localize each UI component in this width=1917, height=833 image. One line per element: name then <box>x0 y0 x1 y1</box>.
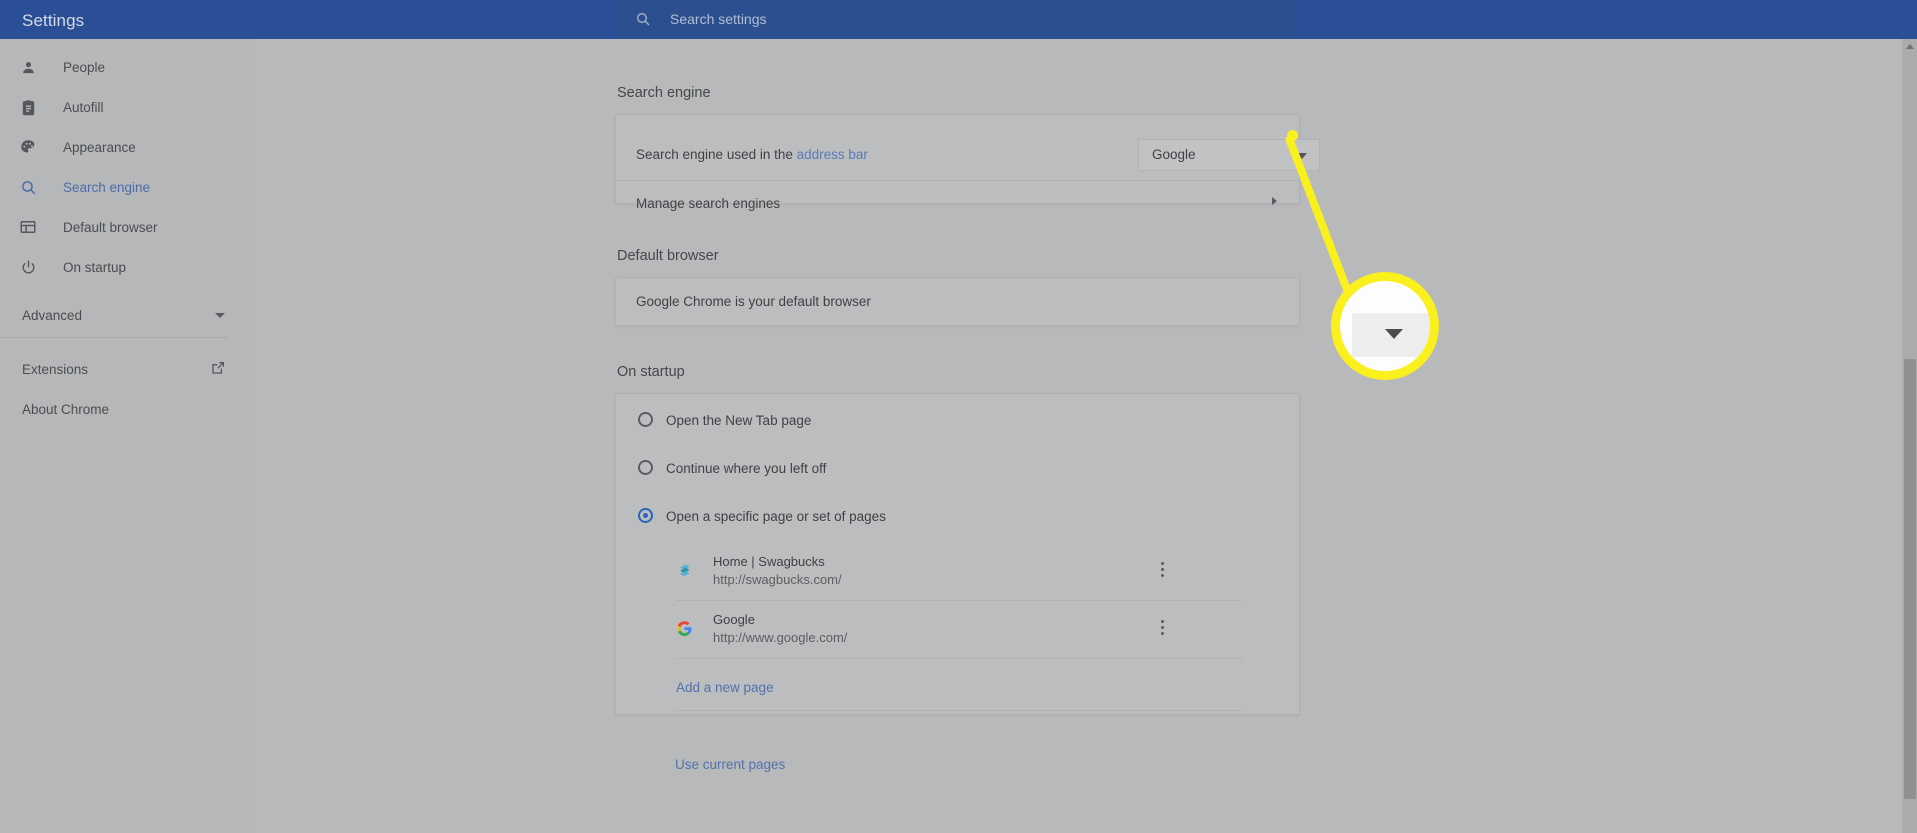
sidebar-item-about-chrome[interactable]: About Chrome <box>0 389 255 429</box>
card-divider <box>616 180 1299 181</box>
main-content: Search engine Search engine used in the … <box>255 39 1917 833</box>
startup-option-specific-pages[interactable]: Open a specific page or set of pages <box>616 490 1299 538</box>
power-icon <box>18 257 38 277</box>
palette-icon <box>18 137 38 157</box>
startup-page-url: http://swagbucks.com/ <box>713 572 842 587</box>
sidebar-item-label: Default browser <box>63 219 158 235</box>
search-engine-select-value: Google <box>1152 147 1196 162</box>
sidebar-item-people[interactable]: People <box>0 47 255 87</box>
sidebar-extensions-label: Extensions <box>22 361 89 377</box>
section-title-default-browser: Default browser <box>617 248 719 264</box>
radio-new-tab[interactable] <box>638 412 653 427</box>
add-new-page-link[interactable]: Add a new page <box>676 680 774 695</box>
vertical-scrollbar[interactable] <box>1902 39 1917 833</box>
startup-option-label: Open a specific page or set of pages <box>666 509 886 524</box>
sidebar-item-appearance[interactable]: Appearance <box>0 127 255 167</box>
search-icon <box>18 177 38 197</box>
on-startup-card: Open the New Tab page Continue where you… <box>615 393 1300 715</box>
sidebar-item-advanced[interactable]: Advanced <box>0 295 255 335</box>
sidebar-divider <box>0 337 228 338</box>
startup-option-new-tab[interactable]: Open the New Tab page <box>616 394 1299 442</box>
sidebar-item-on-startup[interactable]: On startup <box>0 247 255 287</box>
google-favicon <box>676 620 693 637</box>
search-engine-card: Search engine used in the address bar Go… <box>615 114 1320 211</box>
startup-page-item[interactable]: Home | Swagbucks http://swagbucks.com/ <box>616 542 1299 600</box>
browser-window-icon <box>18 217 38 237</box>
startup-option-continue[interactable]: Continue where you left off <box>616 442 1299 490</box>
startup-page-title: Google <box>713 612 755 627</box>
search-engine-row-label-text: Search engine used in the <box>636 147 797 162</box>
sidebar-item-label: Search engine <box>63 179 151 195</box>
chevron-down-icon <box>1385 329 1403 339</box>
callout-magnifier <box>1331 272 1439 380</box>
scrollbar-thumb[interactable] <box>1904 359 1916 799</box>
address-bar-link[interactable]: address bar <box>797 147 868 162</box>
settings-page: Settings Search settings People Autofill… <box>0 0 1917 833</box>
sidebar-item-label: Autofill <box>63 99 104 115</box>
chevron-down-icon[interactable] <box>215 313 225 318</box>
sidebar-item-label: Appearance <box>63 139 136 155</box>
sidebar-item-label: People <box>63 59 106 75</box>
manage-search-engines-label: Manage search engines <box>636 196 781 211</box>
search-engine-row-label: Search engine used in the address bar <box>636 147 868 162</box>
section-title-search-engine: Search engine <box>617 85 711 101</box>
default-browser-status: Google Chrome is your default browser <box>636 294 871 309</box>
clipboard-icon <box>18 97 38 117</box>
top-bar: Settings Search settings <box>0 0 1917 39</box>
scroll-up-arrow-icon[interactable] <box>1906 44 1914 49</box>
sidebar-item-autofill[interactable]: Autofill <box>0 87 255 127</box>
radio-specific-pages[interactable] <box>638 508 653 523</box>
sidebar-item-extensions[interactable]: Extensions <box>0 349 255 389</box>
section-title-on-startup: On startup <box>617 364 685 380</box>
radio-continue[interactable] <box>638 460 653 475</box>
startup-page-url: http://www.google.com/ <box>713 630 848 645</box>
search-input-placeholder[interactable]: Search settings <box>670 11 767 27</box>
person-icon <box>18 57 38 77</box>
swagbucks-favicon <box>676 562 693 579</box>
sidebar-item-label: On startup <box>63 259 127 275</box>
search-settings-bar[interactable]: Search settings <box>620 0 1297 39</box>
more-vertical-icon[interactable] <box>1160 620 1164 635</box>
page-list-divider <box>676 658 1243 659</box>
sidebar-item-default-browser[interactable]: Default browser <box>0 207 255 247</box>
page-list-divider <box>676 710 1243 711</box>
startup-page-title: Home | Swagbucks <box>713 554 825 569</box>
open-in-new-icon[interactable] <box>210 360 226 381</box>
more-vertical-icon[interactable] <box>1160 562 1164 577</box>
use-current-pages-link[interactable]: Use current pages <box>675 757 785 772</box>
startup-page-item[interactable]: Google http://www.google.com/ <box>616 600 1299 658</box>
page-title: Settings <box>22 11 85 30</box>
sidebar: People Autofill Appearance Search engine… <box>0 39 255 833</box>
search-icon <box>635 11 651 27</box>
startup-option-label: Continue where you left off <box>666 461 827 476</box>
sidebar-item-search-engine[interactable]: Search engine <box>0 167 255 207</box>
sidebar-advanced-label: Advanced <box>22 307 83 323</box>
default-browser-card: Google Chrome is your default browser <box>615 277 1300 326</box>
chevron-right-icon[interactable] <box>1272 197 1277 205</box>
sidebar-about-label: About Chrome <box>22 401 110 417</box>
startup-option-label: Open the New Tab page <box>666 413 812 428</box>
